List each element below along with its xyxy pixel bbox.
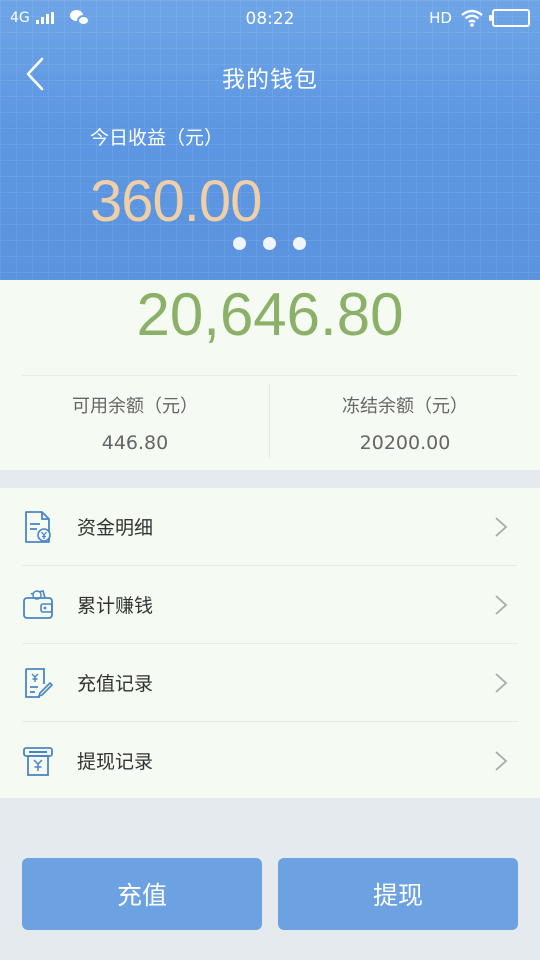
withdraw-button[interactable]: 提现	[278, 858, 518, 930]
fund-details-icon	[25, 510, 51, 543]
recharge-button[interactable]: 充值	[22, 858, 262, 930]
status-right: HD	[429, 9, 530, 27]
menu-item-withdraw-records[interactable]: 提现记录	[0, 722, 540, 799]
wallet-header: 4G 08:22 HD 我的钱包 今日收益（元） 360.00	[0, 0, 540, 280]
menu-item-cumulative-earnings[interactable]: 累计赚钱	[0, 566, 540, 643]
today-earnings-value: 360.00	[90, 169, 262, 234]
chevron-right-icon	[495, 750, 508, 771]
recharge-record-icon	[25, 667, 53, 698]
menu-item-label: 资金明细	[77, 517, 154, 539]
carousel-dot[interactable]	[293, 237, 306, 250]
total-balance-value: 20,646.80	[136, 281, 404, 348]
carousel-indicator	[233, 237, 306, 250]
today-earnings-label: 今日收益（元）	[90, 127, 224, 149]
frozen-balance-label: 冻结余额（元）	[342, 396, 468, 417]
withdraw-record-icon	[23, 746, 53, 776]
menu-item-label: 充值记录	[77, 673, 154, 695]
chevron-right-icon	[495, 594, 508, 615]
chevron-right-icon	[495, 516, 508, 537]
carousel-dot[interactable]	[263, 237, 276, 250]
menu-item-recharge-records[interactable]: 充值记录	[0, 644, 540, 721]
status-bar: 4G 08:22 HD	[0, 0, 540, 38]
wallet-icon	[23, 589, 53, 619]
available-balance: 可用余额（元） 446.80	[0, 392, 270, 454]
divider	[22, 375, 518, 376]
hd-indicator: HD	[429, 9, 452, 27]
menu-item-label: 累计赚钱	[77, 595, 154, 617]
page-title: 我的钱包	[222, 67, 318, 93]
balance-card: 20,646.80 可用余额（元） 446.80 冻结余额（元） 20200.0…	[0, 280, 540, 470]
available-balance-label: 可用余额（元）	[72, 396, 198, 417]
frozen-balance: 冻结余额（元） 20200.00	[270, 392, 540, 454]
frozen-balance-value: 20200.00	[359, 432, 451, 454]
available-balance-value: 446.80	[101, 432, 169, 454]
battery-icon	[489, 9, 530, 27]
chevron-right-icon	[495, 672, 508, 693]
menu-item-fund-details[interactable]: 资金明细	[0, 488, 540, 565]
wallet-menu: 资金明细 累计赚钱 充值记录 提现记录	[0, 488, 540, 798]
wifi-icon	[461, 9, 483, 27]
carousel-dot[interactable]	[233, 237, 246, 250]
menu-item-label: 提现记录	[77, 751, 154, 773]
